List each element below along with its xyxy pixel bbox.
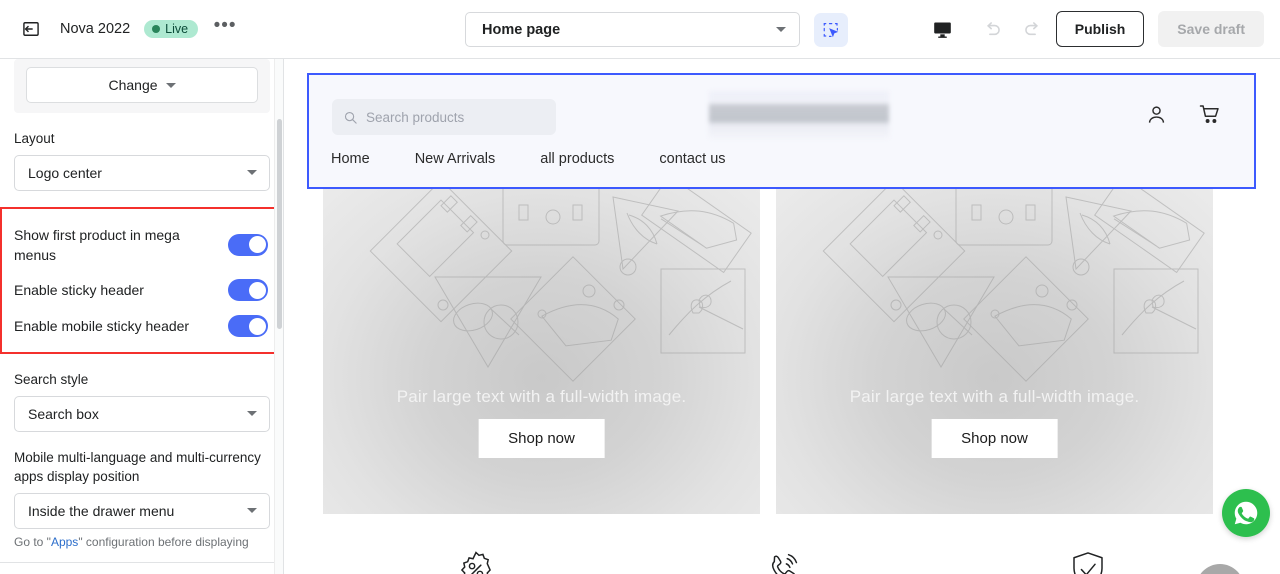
nav-link-all-products[interactable]: all products bbox=[540, 151, 614, 167]
search-icon bbox=[344, 111, 357, 124]
mobile-apps-position-select[interactable]: Inside the drawer menu bbox=[14, 492, 270, 529]
search-style-value: Search box bbox=[28, 405, 99, 422]
toggle-label: Show first product in mega menus bbox=[14, 226, 180, 263]
publish-button[interactable]: Publish bbox=[1055, 11, 1145, 47]
mobile-apps-position-value: Inside the drawer menu bbox=[28, 502, 175, 519]
shop-name: Nova 2022 bbox=[60, 21, 131, 37]
chevron-down-icon bbox=[165, 82, 176, 88]
banner-right[interactable]: Pair large text with a full-width image.… bbox=[776, 189, 1213, 514]
highlighted-toggles-group: Show first product in mega menus Enable … bbox=[0, 206, 283, 355]
status-badge-label: Live bbox=[165, 21, 189, 36]
shop-now-button[interactable]: Shop now bbox=[931, 419, 1058, 458]
banner-caption: Pair large text with a full-width image. bbox=[396, 387, 687, 406]
nav-link-home[interactable]: Home bbox=[331, 151, 370, 167]
feature-support bbox=[629, 549, 935, 574]
mobile-apps-position-label: Mobile multi-language and multi-currency… bbox=[14, 449, 261, 485]
image-picker-area: Change bbox=[14, 59, 270, 113]
banner-caption: Pair large text with a full-width image. bbox=[849, 387, 1140, 406]
change-image-button[interactable]: Change bbox=[26, 67, 258, 103]
toggle-row-sticky-header[interactable]: Enable sticky header bbox=[2, 272, 282, 308]
banner-row: Pair large text with a full-width image.… bbox=[323, 189, 1213, 514]
cart-icon[interactable] bbox=[1198, 102, 1222, 126]
layout-label: Layout bbox=[14, 131, 55, 146]
account-icon[interactable] bbox=[1145, 103, 1168, 126]
page-selector[interactable]: Home page bbox=[465, 12, 800, 47]
page-selector-value: Home page bbox=[482, 21, 561, 38]
toggle-switch-sticky-header[interactable] bbox=[228, 279, 268, 302]
whatsapp-icon[interactable] bbox=[1222, 489, 1270, 537]
exit-icon[interactable] bbox=[14, 12, 48, 46]
top-toolbar: Nova 2022 Live ••• Home page Publish Sav… bbox=[0, 0, 1280, 59]
product-illustration bbox=[369, 189, 752, 382]
product-illustration bbox=[822, 189, 1205, 382]
toggle-label: Enable sticky header bbox=[14, 282, 144, 298]
redo-icon[interactable] bbox=[1016, 12, 1050, 46]
change-image-label: Change bbox=[108, 77, 158, 93]
helper-suffix: " configuration before displaying bbox=[78, 534, 249, 549]
layout-select[interactable]: Logo center bbox=[14, 154, 270, 191]
banner-left[interactable]: Pair large text with a full-width image.… bbox=[323, 189, 760, 514]
toggle-label: Enable mobile sticky header bbox=[14, 318, 190, 334]
chevron-down-icon bbox=[247, 508, 257, 514]
save-draft-button[interactable]: Save draft bbox=[1158, 11, 1264, 47]
sidebar-scrollbar-thumb[interactable] bbox=[276, 119, 282, 329]
search-style-select[interactable]: Search box bbox=[14, 395, 270, 432]
features-row bbox=[323, 549, 1241, 574]
store-preview: Search products Home New Arrivals all pr… bbox=[284, 59, 1280, 574]
search-placeholder: Search products bbox=[366, 109, 465, 125]
settings-sidebar: Change Layout Logo center Show first pro… bbox=[0, 59, 284, 574]
live-dot-icon bbox=[152, 24, 161, 33]
helper-prefix: Go to " bbox=[14, 534, 51, 549]
whatsapp-glyph-icon bbox=[1234, 501, 1258, 525]
chevron-down-icon bbox=[247, 170, 257, 176]
status-badge: Live bbox=[144, 20, 199, 38]
select-element-icon[interactable] bbox=[814, 12, 848, 47]
store-logo bbox=[709, 91, 889, 139]
theme-settings-button[interactable]: THEME SETTINGS bbox=[0, 563, 283, 574]
sidebar-scrollbar[interactable] bbox=[274, 59, 283, 574]
chevron-down-icon bbox=[247, 411, 257, 417]
layout-select-value: Logo center bbox=[28, 164, 102, 181]
apps-link[interactable]: Apps bbox=[51, 535, 78, 549]
toggle-switch-mobile-sticky-header[interactable] bbox=[228, 315, 268, 338]
selected-header-section[interactable]: Search products Home New Arrivals all pr… bbox=[307, 73, 1256, 189]
shop-now-button[interactable]: Shop now bbox=[478, 419, 605, 458]
more-options-button[interactable]: ••• bbox=[208, 12, 242, 46]
undo-icon[interactable] bbox=[976, 12, 1010, 46]
preview-navigation: Home New Arrivals all products contact u… bbox=[331, 151, 726, 167]
toggle-row-mobile-sticky-header[interactable]: Enable mobile sticky header bbox=[2, 308, 282, 344]
toggle-switch-mega-menu-product[interactable] bbox=[228, 233, 268, 256]
search-input[interactable]: Search products bbox=[332, 99, 556, 135]
phone-support-icon bbox=[771, 553, 798, 574]
toggle-row-mega-menu-product[interactable]: Show first product in mega menus bbox=[2, 218, 282, 273]
feature-discount bbox=[323, 549, 629, 574]
search-style-label: Search style bbox=[14, 372, 89, 388]
nav-link-new-arrivals[interactable]: New Arrivals bbox=[415, 151, 496, 167]
mobile-apps-helper-text: Go to "Apps" configuration before displa… bbox=[0, 529, 283, 549]
desktop-icon[interactable] bbox=[926, 12, 960, 46]
discount-badge-icon bbox=[460, 551, 491, 574]
feature-secure bbox=[935, 549, 1241, 574]
nav-link-contact-us[interactable]: contact us bbox=[659, 151, 725, 167]
shield-check-icon bbox=[1073, 552, 1103, 574]
chevron-down-icon bbox=[776, 27, 786, 32]
